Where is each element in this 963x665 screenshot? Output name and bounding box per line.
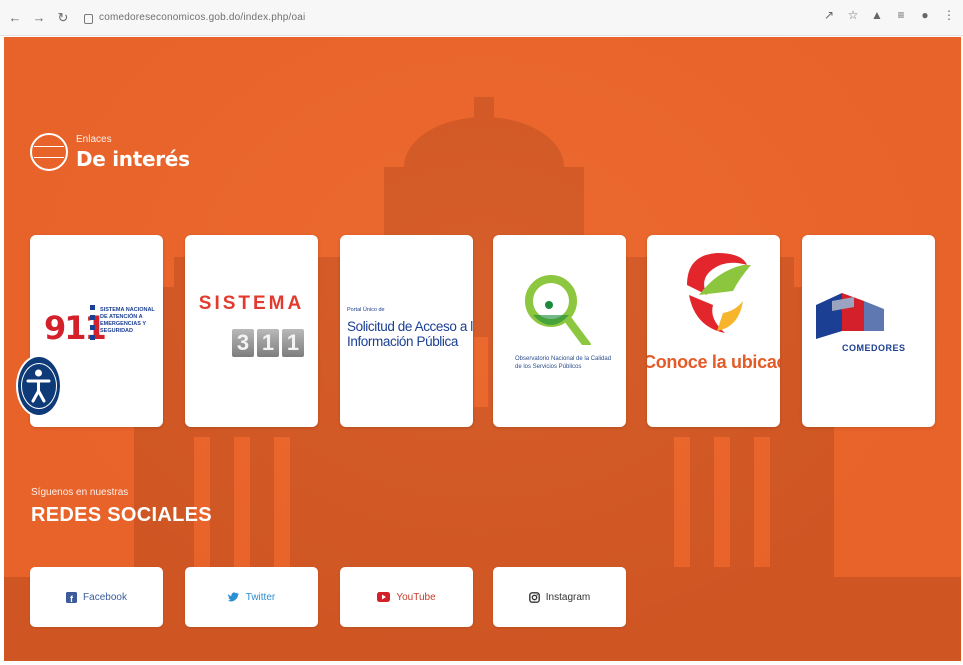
- youtube-label: YouTube: [396, 591, 436, 603]
- flag-card-label: COMEDORES: [842, 343, 906, 353]
- links-section-header: Enlaces De interés: [30, 133, 190, 171]
- logo-911-description: SISTEMA NACIONAL DE ATENCIÓN A EMERGENCI…: [100, 307, 155, 334]
- acceso-title: Solicitud de Acceso a la Información Púb…: [347, 319, 473, 349]
- social-section-header: Síguenos en nuestras REDES SOCIALES: [31, 487, 212, 527]
- link-card-observatorio[interactable]: Observatorio Nacional de la Calidad de l…: [493, 235, 626, 427]
- share-icon[interactable]: ↗: [821, 7, 837, 23]
- magnifier-logo-icon: [525, 275, 591, 345]
- logo-311-title: SISTEMA: [198, 293, 305, 314]
- reload-icon[interactable]: ↻: [52, 7, 74, 29]
- facebook-button[interactable]: f Facebook: [30, 567, 163, 627]
- link-card-311[interactable]: SISTEMA 3 1 1: [185, 235, 318, 427]
- links-subtitle: Enlaces: [76, 133, 112, 145]
- forward-arrow-icon[interactable]: →: [28, 7, 50, 29]
- url-text: comedoreseconomicos.gob.do/index.php/oai: [99, 12, 306, 23]
- social-title: REDES SOCIALES: [31, 504, 212, 526]
- instagram-label: Instagram: [545, 591, 591, 603]
- facebook-icon: f: [66, 591, 78, 603]
- facebook-label: Facebook: [83, 591, 127, 603]
- comedores-logo-icon: [687, 253, 751, 333]
- tab-list-icon[interactable]: ≡: [893, 7, 909, 23]
- acceso-small-label: Portal Único de: [347, 307, 385, 313]
- accessibility-button[interactable]: [16, 355, 62, 417]
- logo-311-digits: 3 1 1: [232, 329, 304, 357]
- browser-actions: ↗ ☆ ▲ ≡ ● ⋮: [821, 7, 957, 23]
- links-globe-icon: [30, 133, 68, 171]
- observatorio-text: Observatorio Nacional de la Calidad de l…: [515, 356, 612, 370]
- twitter-icon: [227, 592, 240, 602]
- page-content: Enlaces De interés 911 SISTEMA NACIONAL …: [4, 37, 961, 661]
- extension-icon[interactable]: ▲: [869, 7, 885, 23]
- flag-logo-icon: [816, 293, 884, 339]
- social-subtitle: Síguenos en nuestras: [31, 487, 129, 498]
- youtube-icon: [377, 592, 391, 602]
- star-icon[interactable]: ☆: [845, 7, 861, 23]
- link-card-comedores-flag[interactable]: COMEDORES: [802, 235, 935, 427]
- logo-311-digit: 3: [232, 329, 254, 357]
- instagram-button[interactable]: Instagram: [493, 567, 626, 627]
- links-title: De interés: [76, 146, 190, 171]
- instagram-icon: [528, 591, 540, 603]
- profile-icon[interactable]: ●: [917, 7, 933, 23]
- logo-311-digit: 1: [282, 329, 304, 357]
- back-arrow-icon[interactable]: ←: [4, 7, 26, 29]
- youtube-button[interactable]: YouTube: [340, 567, 473, 627]
- twitter-button[interactable]: Twitter: [185, 567, 318, 627]
- accessibility-icon: [21, 363, 57, 409]
- address-bar[interactable]: comedoreseconomicos.gob.do/index.php/oai: [84, 7, 844, 29]
- logo-911-bars: [90, 305, 96, 351]
- logo-311-digit: 1: [257, 329, 279, 357]
- browser-toolbar: ← → ↻ comedoreseconomicos.gob.do/index.p…: [0, 0, 963, 36]
- lock-icon: [84, 13, 93, 24]
- twitter-label: Twitter: [245, 591, 276, 603]
- menu-icon[interactable]: ⋮: [941, 7, 957, 23]
- comedores-ubicacion-text: Conoce la ubicación de nuestros comedore…: [647, 352, 780, 372]
- link-card-acceso-informacion[interactable]: Portal Único de Solicitud de Acceso a la…: [340, 235, 473, 427]
- nav-buttons: ← → ↻: [4, 7, 74, 29]
- link-card-comedores-ubicacion[interactable]: Conoce la ubicación de nuestros comedore…: [647, 235, 780, 427]
